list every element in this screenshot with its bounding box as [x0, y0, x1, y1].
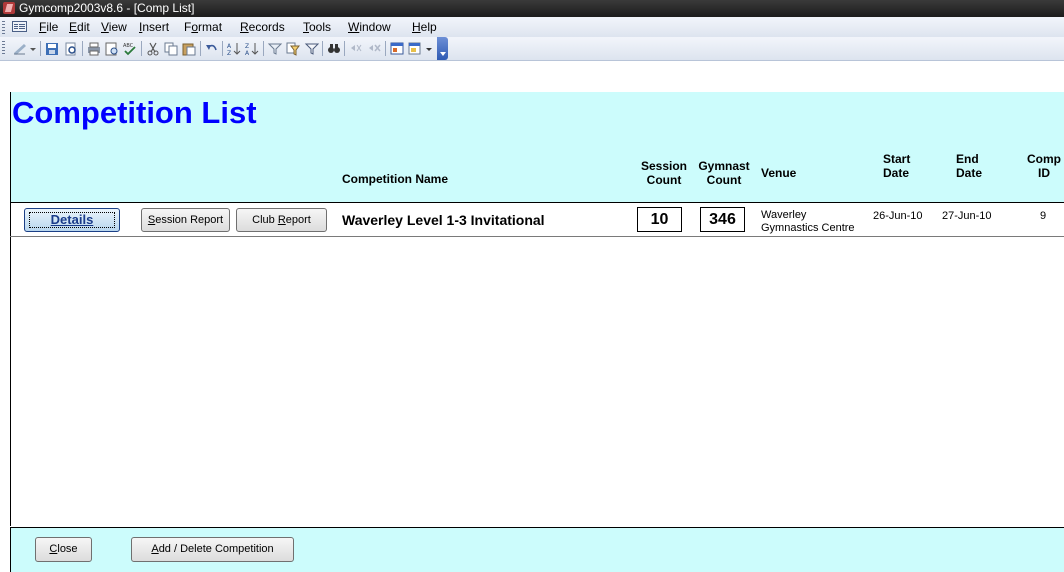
spelling-icon[interactable]: ABC: [122, 41, 138, 56]
start-date-field[interactable]: 26-Jun-10: [873, 210, 923, 223]
gymnast-count-field[interactable]: 346: [700, 207, 745, 232]
competition-name-field[interactable]: Waverley Level 1-3 Invitational: [342, 212, 545, 228]
print-preview-icon[interactable]: [104, 41, 120, 56]
menubar-grip-icon[interactable]: [2, 21, 5, 34]
details-button[interactable]: Details: [24, 208, 120, 232]
new-object-icon[interactable]: [407, 41, 423, 56]
svg-text:Z: Z: [245, 43, 249, 50]
search-icon[interactable]: [63, 41, 79, 56]
svg-text:Z: Z: [227, 50, 231, 56]
form-title: Competition List: [12, 95, 257, 130]
svg-text:ABC: ABC: [123, 43, 134, 49]
menu-tools[interactable]: Tools: [303, 20, 331, 34]
menu-format[interactable]: Format: [184, 20, 222, 34]
toolbar-separator: [82, 41, 83, 56]
filter-by-form-icon[interactable]: [285, 41, 301, 56]
col-head-end-date: End Date: [956, 152, 983, 180]
menu-view[interactable]: View: [101, 20, 127, 34]
form-view-toolbar: ABC AZ ZA: [0, 37, 1064, 61]
toolbar-separator: [200, 41, 201, 56]
svg-text:A: A: [227, 43, 232, 50]
toolbar-separator: [322, 41, 323, 56]
paste-icon[interactable]: [181, 41, 197, 56]
comp-id-field[interactable]: 9: [1040, 210, 1046, 223]
menu-window[interactable]: Window: [348, 20, 391, 34]
col-head-session-count: Session Count: [640, 159, 688, 187]
menu-file[interactable]: File: [39, 20, 58, 34]
menu-help[interactable]: Help: [412, 20, 437, 34]
cut-icon[interactable]: [145, 41, 161, 56]
col-head-competition-name: Competition Name: [342, 172, 449, 186]
toolbar-separator: [40, 41, 41, 56]
title-bar: Gymcomp2003v8.6 - [Comp List]: [0, 0, 1064, 17]
form-document-icon[interactable]: [12, 21, 27, 32]
menu-records[interactable]: Records: [240, 20, 285, 34]
design-view-icon[interactable]: [12, 41, 28, 56]
access-app-icon[interactable]: [3, 2, 15, 14]
svg-text:A: A: [245, 50, 250, 56]
new-record-icon[interactable]: [348, 41, 364, 56]
session-count-field[interactable]: 10: [637, 207, 682, 232]
menu-edit[interactable]: Edit: [69, 20, 90, 34]
save-icon[interactable]: [44, 41, 60, 56]
database-window-icon[interactable]: [389, 41, 405, 56]
toolbar-separator: [222, 41, 223, 56]
apply-filter-icon[interactable]: [304, 41, 320, 56]
find-icon[interactable]: [326, 41, 342, 56]
end-date-field[interactable]: 27-Jun-10: [942, 210, 992, 223]
menu-insert[interactable]: Insert: [139, 20, 169, 34]
print-icon[interactable]: [86, 41, 102, 56]
session-report-button[interactable]: Session Report: [141, 208, 230, 232]
close-button[interactable]: Close: [35, 537, 92, 562]
add-delete-competition-button[interactable]: Add / Delete Competition: [131, 537, 294, 562]
toolbar-separator: [385, 41, 386, 56]
toolbar-separator: [263, 41, 264, 56]
copy-icon[interactable]: [163, 41, 179, 56]
filter-by-selection-icon[interactable]: [267, 41, 283, 56]
sort-descending-icon[interactable]: ZA: [244, 41, 260, 57]
col-head-venue: Venue: [761, 166, 797, 180]
delete-record-icon[interactable]: [366, 41, 382, 56]
col-head-comp-id: Comp ID: [1027, 152, 1061, 180]
sort-ascending-icon[interactable]: AZ: [226, 41, 242, 57]
toolbar-separator: [141, 41, 142, 56]
detail-empty-area: [10, 237, 1064, 526]
window-title: Gymcomp2003v8.6 - [Comp List]: [19, 1, 195, 15]
toolbar-options-icon[interactable]: [437, 37, 448, 60]
col-head-gymnast-count: Gymnast Count: [698, 159, 750, 187]
toolbar-grip-icon[interactable]: [2, 41, 5, 54]
focus-rectangle: [29, 212, 115, 228]
view-dropdown-icon[interactable]: [29, 41, 37, 56]
toolbar-separator: [344, 41, 345, 56]
menu-bar: File Edit View Insert Format Records Too…: [0, 17, 1064, 37]
club-report-button[interactable]: Club Report: [236, 208, 327, 232]
col-head-start-date: Start Date: [883, 152, 911, 180]
venue-field[interactable]: Waverley Gymnastics Centre: [761, 209, 855, 235]
undo-icon[interactable]: [204, 41, 220, 56]
new-object-dropdown-icon[interactable]: [425, 41, 433, 56]
